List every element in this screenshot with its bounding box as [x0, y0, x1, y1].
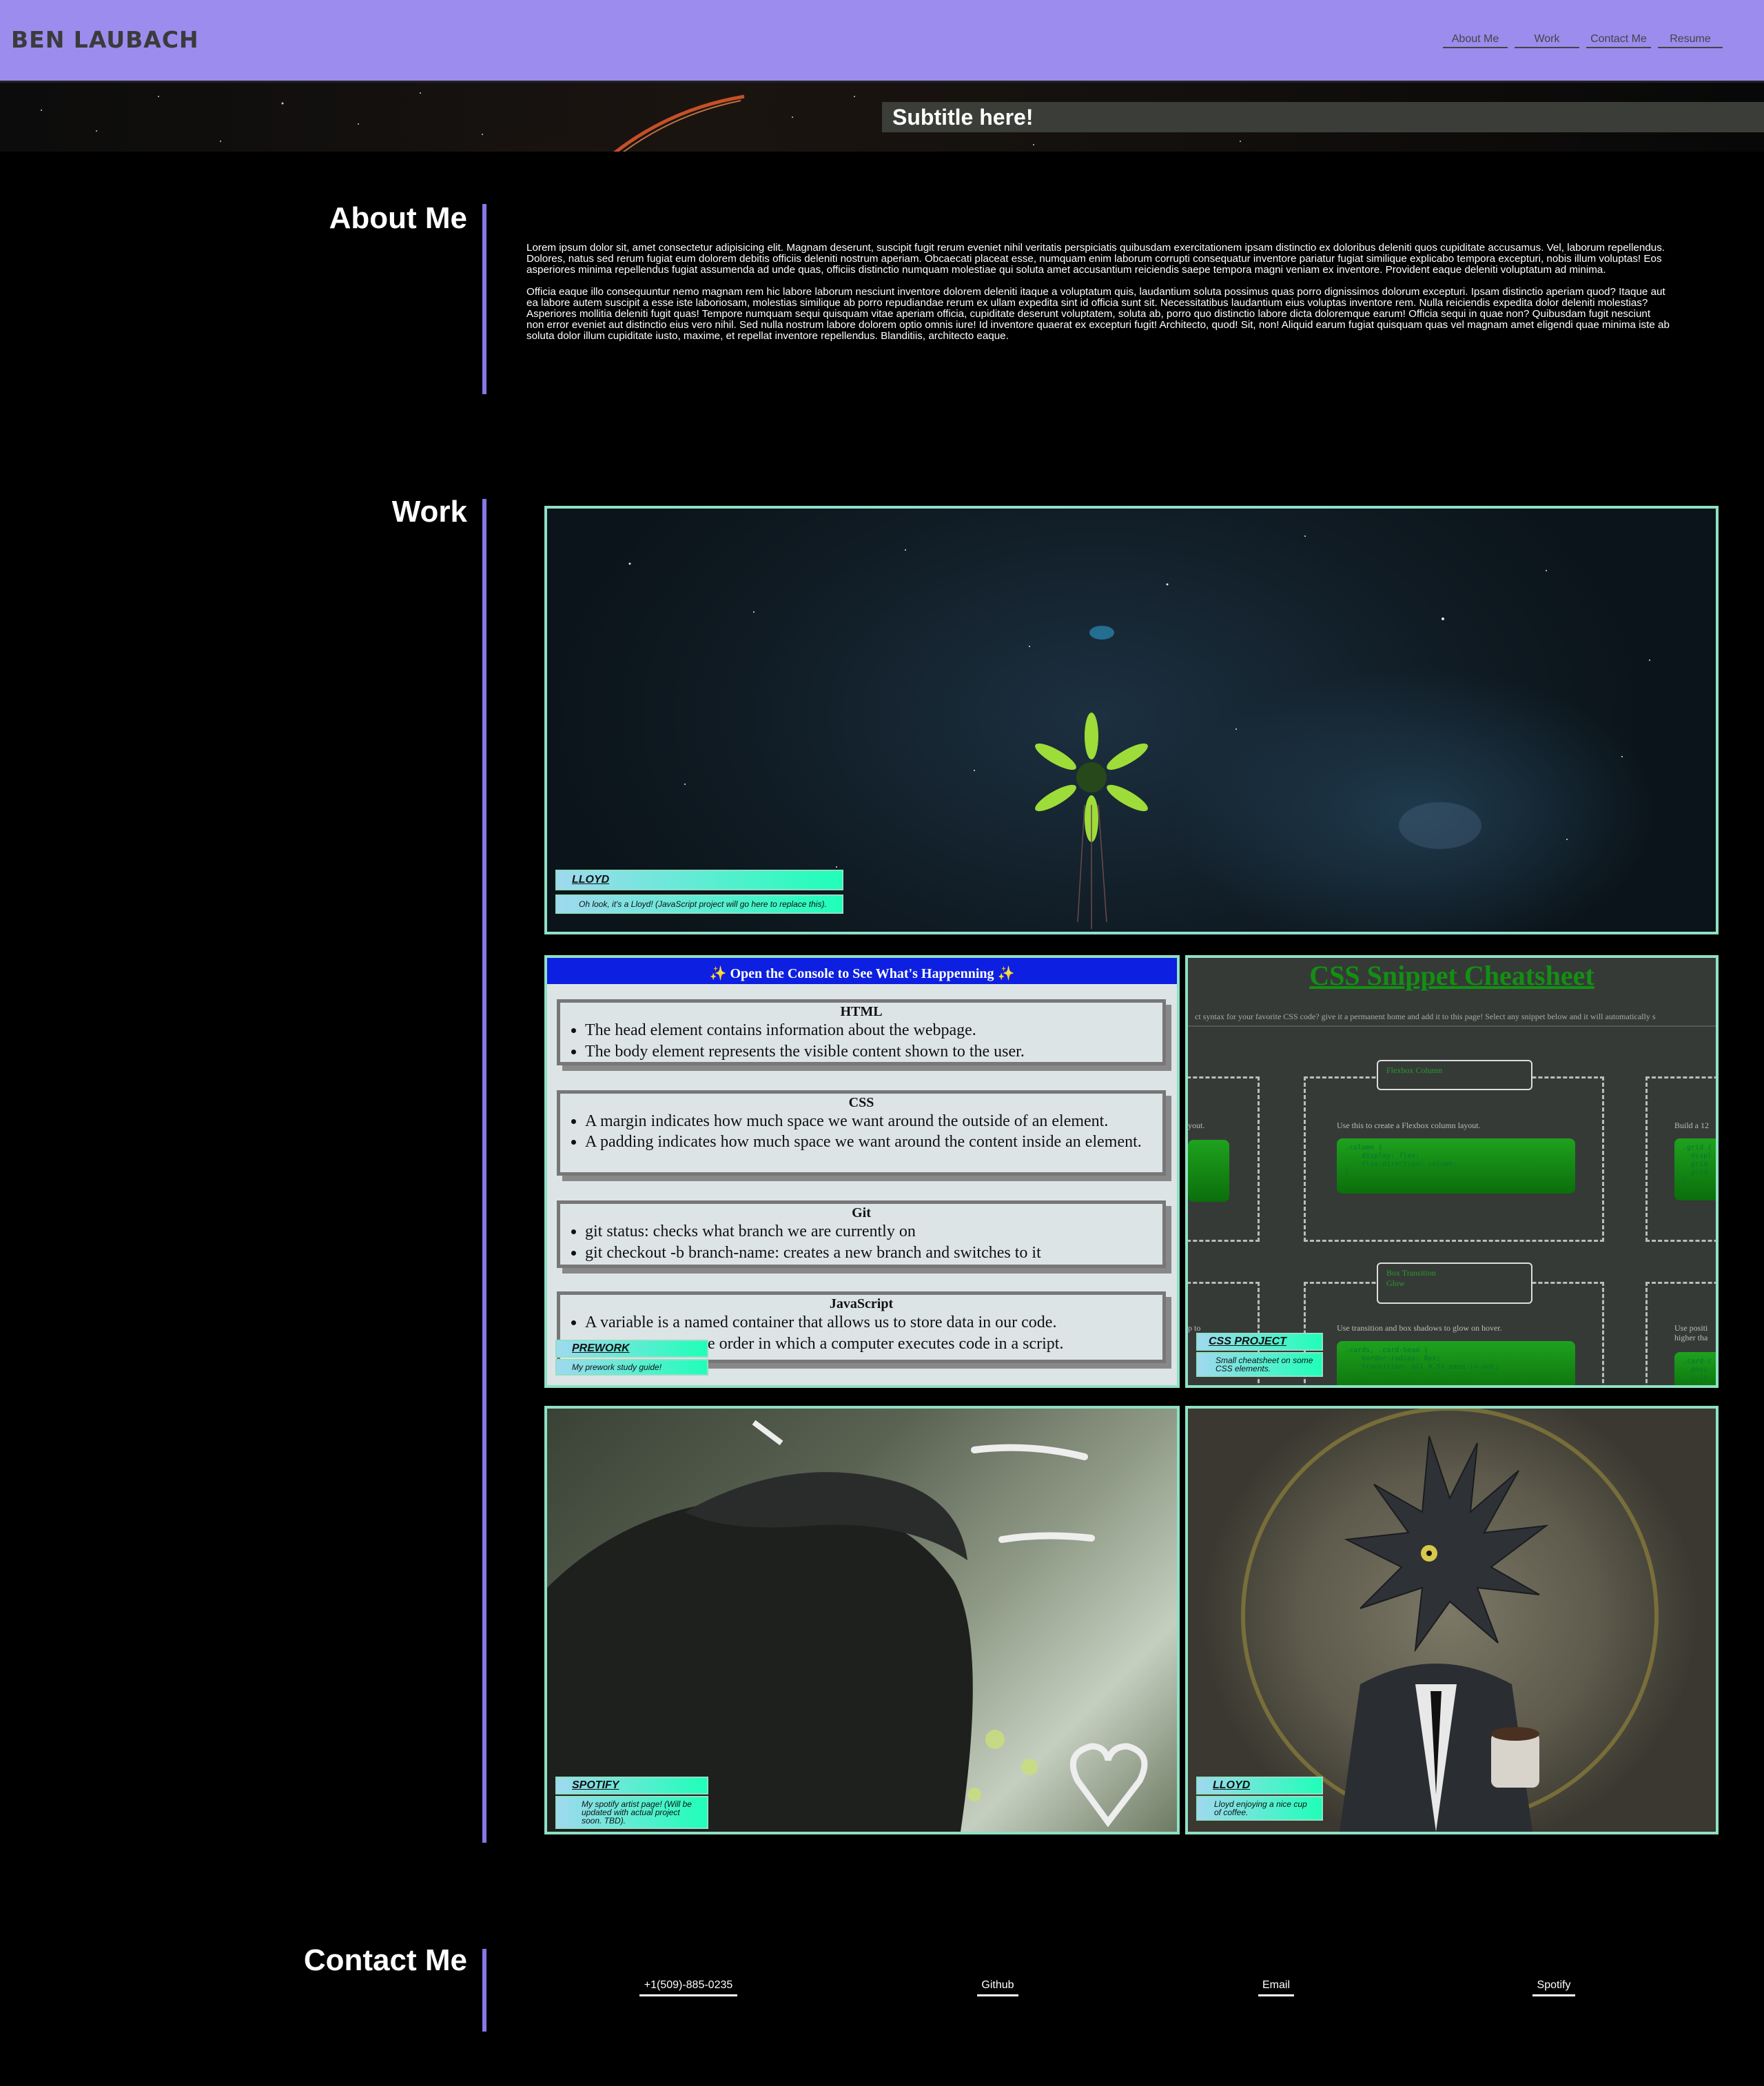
- prework-section-heading: Git: [852, 1205, 871, 1220]
- cheatsheet-title: CSS Snippet Cheatsheet: [1309, 960, 1594, 991]
- prework-item: A variable is a named container that all…: [585, 1312, 1162, 1333]
- project-label-desc: My prework study guide!: [555, 1359, 708, 1376]
- prework-section-heading: HTML: [840, 1004, 883, 1019]
- about-paragraph-1: Lorem ipsum dolor sit, amet consectetur …: [526, 242, 1665, 276]
- cheatsheet-tile-text: yout.: [1188, 1121, 1205, 1130]
- contact-divider: [482, 1949, 486, 2032]
- cheatsheet-tile-text: Use positi higher tha: [1674, 1323, 1708, 1342]
- lloyd-coffee-image: [1241, 1409, 1659, 1832]
- prework-section-html: HTML The head element contains informati…: [557, 999, 1166, 1065]
- prework-item: The body element represents the visible …: [585, 1041, 1162, 1063]
- project-label: PREWORK My prework study guide!: [555, 1340, 708, 1376]
- site-header: BEN LAUBACH About Me Work Contact Me Res…: [0, 0, 1764, 83]
- cheatsheet-code: .column { display: flex; flex-direction:…: [1337, 1138, 1575, 1194]
- cheatsheet-subtitle: ct syntax for your favorite CSS code? gi…: [1195, 1012, 1656, 1021]
- project-card-prework[interactable]: ✨ Open the Console to See What's Happenn…: [544, 955, 1180, 1388]
- contact-email-link[interactable]: Email: [1258, 1979, 1294, 1996]
- project-card-css-cheatsheet[interactable]: CSS Snippet Cheatsheet ct syntax for you…: [1185, 955, 1719, 1388]
- project-label-title: LLOYD: [555, 870, 843, 890]
- project-label-desc: Oh look, it's a Lloyd! (JavaScript proje…: [555, 894, 843, 914]
- brand-name[interactable]: BEN LAUBACH: [11, 26, 199, 53]
- cheatsheet-rule: [1188, 1025, 1716, 1027]
- prework-section-heading: CSS: [848, 1095, 874, 1110]
- prework-section-css: CSS A margin indicates how much space we…: [557, 1090, 1166, 1176]
- nav-about-me[interactable]: About Me: [1443, 33, 1508, 48]
- lloyd-space-image: [628, 535, 1650, 929]
- cheatsheet-tile-text: Use this to create a Flexbox column layo…: [1337, 1121, 1481, 1130]
- project-label-title: PREWORK: [555, 1340, 708, 1358]
- project-card-lloyd-coffee[interactable]: LLOYD Lloyd enjoying a nice cup of coffe…: [1185, 1406, 1719, 1834]
- work-divider: [482, 499, 486, 1843]
- prework-item: The head element contains information ab…: [585, 1020, 1162, 1041]
- project-label-desc: My spotify artist page! (Will be updated…: [555, 1796, 708, 1829]
- project-label: SPOTIFY My spotify artist page! (Will be…: [555, 1777, 708, 1829]
- about-divider: [482, 204, 486, 394]
- hero-subtitle: Subtitle here!: [892, 105, 1034, 130]
- prework-item: A margin indicates how much space we wan…: [585, 1111, 1162, 1132]
- prework-section-git: Git git status: checks what branch we ar…: [557, 1200, 1166, 1268]
- prework-section-heading: JavaScript: [829, 1296, 894, 1311]
- spotify-photo: [547, 1420, 1148, 1832]
- nav-resume[interactable]: Resume: [1658, 33, 1723, 48]
- cheatsheet-tile-text: Use transition and box shadows to glow o…: [1337, 1323, 1502, 1333]
- prework-item: git checkout -b branch-name: creates a n…: [585, 1243, 1162, 1264]
- cheatsheet-code: [1188, 1140, 1229, 1202]
- cheatsheet-code: .grid { displ grid grid }: [1674, 1138, 1716, 1200]
- project-label-desc: Small cheatsheet on some CSS elements.: [1196, 1352, 1323, 1377]
- about-paragraph-2: Officia eaque illo consequuntur nemo mag…: [526, 286, 1670, 342]
- project-label-title: CSS PROJECT: [1196, 1333, 1323, 1351]
- project-card-lloyd-js[interactable]: LLOYD Oh look, it's a Lloyd! (JavaScript…: [544, 506, 1719, 934]
- cheatsheet-code: .cards, .card-head { border-radius: 8px;…: [1337, 1341, 1575, 1385]
- prework-item: A padding indicates how much space we wa…: [585, 1132, 1162, 1152]
- about-title: About Me: [329, 201, 467, 235]
- main-nav: About Me Work Contact Me Resume: [1436, 33, 1723, 48]
- cheatsheet-pill: Flexbox Column: [1377, 1060, 1532, 1090]
- project-label-title: LLOYD: [1196, 1777, 1323, 1794]
- cheatsheet-code: .card-c posi z-in: [1674, 1352, 1716, 1385]
- project-label: LLOYD Lloyd enjoying a nice cup of coffe…: [1196, 1777, 1323, 1821]
- cheatsheet-pill: Box Transition Glow: [1377, 1262, 1532, 1304]
- prework-item: git status: checks what branch we are cu…: [585, 1221, 1162, 1243]
- contact-spotify-link[interactable]: Spotify: [1532, 1979, 1575, 1996]
- cheatsheet-tile-text: Build a 12: [1674, 1121, 1709, 1130]
- project-label-title: SPOTIFY: [555, 1777, 708, 1794]
- project-label-desc: Lloyd enjoying a nice cup of coffee.: [1196, 1796, 1323, 1821]
- project-label: CSS PROJECT Small cheatsheet on some CSS…: [1196, 1333, 1323, 1377]
- work-title: Work: [391, 495, 467, 529]
- prework-header: ✨ Open the Console to See What's Happenn…: [547, 958, 1177, 984]
- nav-contact-me[interactable]: Contact Me: [1586, 33, 1651, 48]
- contact-github-link[interactable]: Github: [977, 1979, 1018, 1996]
- nav-work[interactable]: Work: [1515, 33, 1579, 48]
- contact-phone-link[interactable]: +1(509)-885-0235: [639, 1979, 737, 1996]
- prework-screenshot: HTML The head element contains informati…: [547, 984, 1177, 1385]
- cheatsheet-tile-text: p to: [1188, 1323, 1201, 1333]
- contact-title: Contact Me: [303, 1943, 467, 1977]
- project-card-spotify[interactable]: SPOTIFY My spotify artist page! (Will be…: [544, 1406, 1180, 1834]
- about-text: Lorem ipsum dolor sit, amet consectetur …: [526, 243, 1670, 353]
- project-label: LLOYD Oh look, it's a Lloyd! (JavaScript…: [555, 870, 843, 914]
